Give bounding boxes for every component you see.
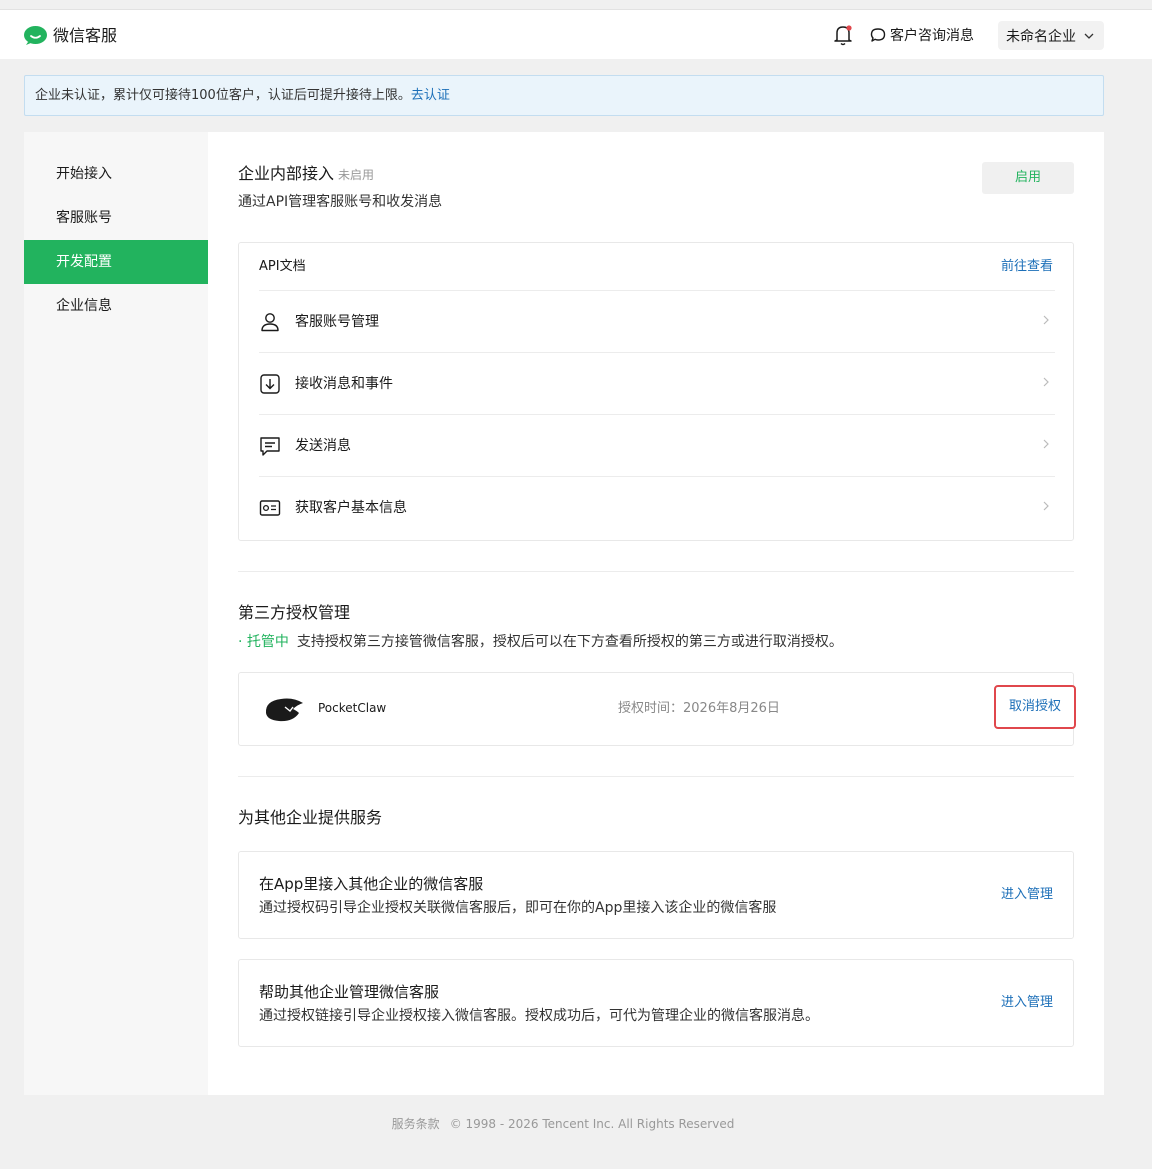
pocketclaw-logo-icon — [265, 698, 303, 722]
sidebar: 开始接入 客服账号 开发配置 企业信息 — [24, 132, 208, 1095]
sidebar-item-dev-config[interactable]: 开发配置 — [24, 240, 208, 284]
chevron-right-icon — [1043, 377, 1049, 387]
services-title: 为其他企业提供服务 — [238, 808, 383, 827]
message-icon — [260, 437, 280, 456]
service-card-manage-others: 帮助其他企业管理微信客服 通过授权链接引导企业授权接入微信客服。授权成功后，可代… — [238, 959, 1074, 1047]
enter-management-link[interactable]: 进入管理 — [1001, 993, 1053, 1013]
api-row-send-message[interactable]: 发送消息 — [259, 415, 1055, 477]
api-row-account-management[interactable]: 客服账号管理 — [259, 291, 1055, 353]
api-row-label: 客服账号管理 — [295, 314, 379, 330]
api-doc-panel: API文档 前往查看 客服账号管理 接收消息和事件 发送消息 获取客户基本信息 — [238, 242, 1074, 541]
internal-access-title: 企业内部接入 未启用 — [238, 163, 374, 186]
verification-notice-banner: 企业未认证，累计仅可接待100位客户，认证后可提升接待上限。去认证 — [24, 75, 1104, 116]
content-card: 开始接入 客服账号 开发配置 企业信息 企业内部接入 未启用 通过API管理客服账… — [24, 132, 1104, 1095]
api-row-label: 获取客户基本信息 — [295, 500, 407, 516]
chevron-right-icon — [1043, 315, 1049, 325]
internal-access-desc: 通过API管理客服账号和收发消息 — [238, 194, 443, 210]
chat-bubble-icon — [870, 28, 886, 42]
internal-access-title-text: 企业内部接入 — [238, 164, 335, 183]
third-party-desc: 支持授权第三方接管微信客服，授权后可以在下方查看所授权的第三方或进行取消授权。 — [296, 634, 843, 650]
service-card-desc: 通过授权链接引导企业授权接入微信客服。授权成功后，可代为管理企业的微信客服消息。 — [259, 1008, 819, 1024]
notification-bell-icon[interactable] — [833, 24, 853, 46]
wechat-kefu-logo-icon — [24, 26, 47, 45]
authorization-time: 授权时间：2026年8月26日 — [618, 701, 780, 716]
sidebar-item-corp-info[interactable]: 企业信息 — [24, 284, 208, 328]
sidebar-item-accounts[interactable]: 客服账号 — [24, 196, 208, 240]
consult-label: 客户咨询消息 — [890, 28, 974, 44]
cancel-authorization-button[interactable]: 取消授权 — [994, 685, 1076, 729]
chevron-down-icon — [1084, 33, 1094, 39]
api-doc-view-link[interactable]: 前往查看 — [1001, 257, 1053, 277]
id-card-icon — [259, 500, 281, 516]
authorized-app-name: PocketClaw — [318, 701, 387, 715]
service-card-app-embed: 在App里接入其他企业的微信客服 通过授权码引导企业授权关联微信客服后，即可在你… — [238, 851, 1074, 939]
page-footer: 服务条款 © 1998 - 2026 Tencent Inc. All Right… — [0, 1115, 1126, 1132]
api-row-label: 接收消息和事件 — [295, 376, 393, 392]
service-card-title: 帮助其他企业管理微信客服 — [259, 983, 440, 1001]
api-row-label: 发送消息 — [295, 438, 351, 454]
brand-title: 微信客服 — [53, 26, 118, 45]
api-row-customer-info[interactable]: 获取客户基本信息 — [259, 477, 1055, 539]
third-party-title: 第三方授权管理 — [238, 603, 351, 622]
hosting-status-badge: · 托管中 — [238, 634, 289, 650]
corp-name: 未命名企业 — [1006, 28, 1076, 45]
enable-button[interactable]: 启用 — [982, 162, 1074, 194]
status-badge: 未启用 — [338, 168, 375, 182]
top-strip — [0, 0, 1152, 9]
enter-management-link[interactable]: 进入管理 — [1001, 885, 1053, 905]
section-divider — [238, 776, 1074, 777]
notice-text: 企业未认证，累计仅可接待100位客户，认证后可提升接待上限。 — [35, 88, 411, 103]
api-doc-label: API文档 — [259, 259, 306, 274]
terms-link[interactable]: 服务条款 — [392, 1117, 440, 1131]
service-card-title: 在App里接入其他企业的微信客服 — [259, 875, 484, 893]
chevron-right-icon — [1043, 501, 1049, 511]
authorized-app-row: PocketClaw 授权时间：2026年8月26日 取消授权 — [238, 672, 1076, 746]
user-icon — [261, 313, 279, 332]
copyright-text: © 1998 - 2026 Tencent Inc. All Rights Re… — [449, 1117, 735, 1131]
customer-consult-messages-button[interactable]: 客户咨询消息 — [870, 24, 974, 46]
top-header: 微信客服 客户咨询消息 未命名企业 — [0, 9, 1152, 59]
corp-switcher-dropdown[interactable]: 未命名企业 — [998, 21, 1104, 50]
chevron-right-icon — [1043, 439, 1049, 449]
section-divider — [238, 571, 1074, 572]
third-party-status-line: · 托管中 支持授权第三方接管微信客服，授权后可以在下方查看所授权的第三方或进行取… — [238, 632, 843, 652]
api-row-receive-messages[interactable]: 接收消息和事件 — [259, 353, 1055, 415]
service-card-desc: 通过授权码引导企业授权关联微信客服后，即可在你的App里接入该企业的微信客服 — [259, 900, 777, 916]
download-icon — [260, 374, 280, 394]
sidebar-item-start[interactable]: 开始接入 — [24, 152, 208, 196]
verify-link[interactable]: 去认证 — [411, 88, 450, 103]
